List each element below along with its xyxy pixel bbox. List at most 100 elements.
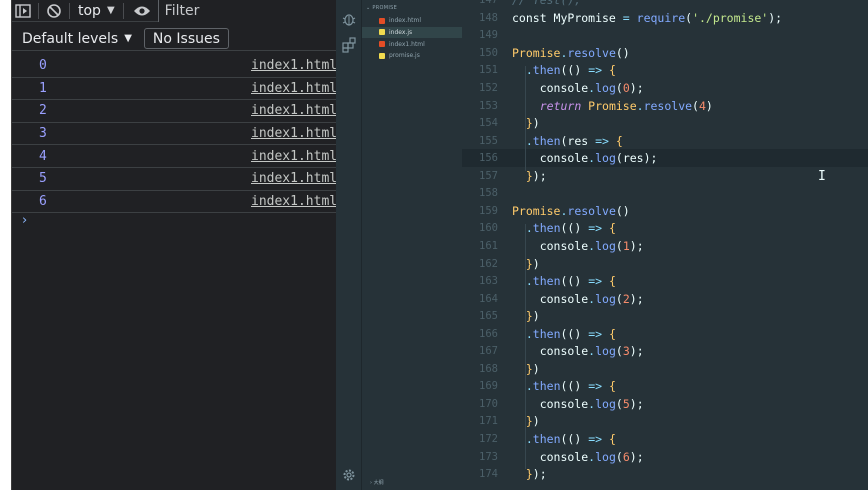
code-token: ((): [560, 274, 589, 289]
line-number: 161: [479, 239, 498, 252]
explorer-file-item[interactable]: promise.js: [362, 50, 462, 61]
log-source-link[interactable]: index1.html: [251, 58, 337, 73]
code-token: require: [636, 10, 686, 25]
code-line: 165 }): [462, 307, 868, 325]
code-line: 167 console.log(3);: [462, 343, 868, 361]
code-text: });: [512, 169, 547, 183]
line-number: 171: [479, 415, 498, 428]
log-source-link[interactable]: index1.html: [251, 149, 337, 164]
issues-button[interactable]: No Issues: [143, 28, 229, 49]
code-token: MyPromise: [553, 10, 623, 25]
code-line: 158: [462, 185, 868, 203]
clear-console-icon[interactable]: [43, 0, 65, 22]
outline-section[interactable]: › 大纲: [370, 479, 384, 486]
file-explorer: ⌄ PROMISE index.html index.js index1.html p…: [362, 0, 462, 490]
log-value: 0: [39, 58, 47, 74]
line-number: 169: [479, 380, 498, 393]
toggle-sidebar-icon[interactable]: [12, 0, 34, 22]
console-log-row: 0 index1.html: [12, 55, 337, 78]
code-token: ((): [560, 379, 589, 394]
explorer-file-item[interactable]: index.html: [362, 15, 462, 26]
code-token: 5: [622, 396, 630, 411]
filter-box: [157, 0, 337, 22]
settings-gear-icon[interactable]: [341, 467, 357, 483]
code-token: (: [615, 291, 623, 306]
log-source-link[interactable]: index1.html: [251, 126, 337, 141]
code-token: );: [629, 81, 644, 95]
code-token: log: [595, 449, 616, 464]
log-source-link[interactable]: index1.html: [251, 103, 337, 118]
code-text: });: [512, 467, 547, 481]
code-line: 164 console.log(2);: [462, 290, 868, 308]
code-token: {: [608, 326, 616, 341]
code-token: ): [532, 309, 540, 324]
code-token: .: [525, 432, 533, 446]
line-number: 155: [479, 134, 498, 147]
console-prompt[interactable]: ›: [22, 213, 27, 228]
code-editor[interactable]: 147 // Test(); 148 const MyPromise = requir…: [462, 0, 868, 490]
code-text: .then(() => {: [512, 432, 616, 446]
code-text: console.log(1);: [512, 239, 644, 253]
console-log-row: 5 index1.html: [12, 168, 337, 191]
log-source-link[interactable]: index1.html: [251, 194, 337, 209]
context-select[interactable]: top ▼: [74, 3, 119, 19]
code-token: log: [595, 81, 616, 95]
code-token: );: [768, 10, 783, 25]
log-source-link[interactable]: index1.html: [251, 81, 337, 96]
toolbar-divider: [38, 2, 39, 19]
code-token: );: [532, 168, 547, 183]
code-token: );: [629, 238, 644, 253]
code-token: (: [615, 396, 623, 411]
code-text: console.log(3);: [512, 344, 644, 358]
log-source-link[interactable]: index1.html: [251, 171, 337, 186]
code-token: log: [595, 238, 616, 253]
code-token: Promise: [588, 98, 637, 113]
extensions-icon[interactable]: [341, 37, 357, 53]
line-number: 172: [479, 433, 498, 445]
code-token: 3: [622, 344, 630, 359]
log-value: 3: [39, 126, 47, 142]
explorer-file-item[interactable]: index1.html: [362, 39, 462, 50]
code-token: (: [615, 238, 623, 253]
code-token: );: [629, 449, 644, 464]
code-text: .then(() => {: [512, 221, 616, 235]
line-number: 150: [479, 46, 498, 59]
code-token: {: [608, 274, 616, 289]
code-token: (res);: [615, 151, 658, 166]
file-name: index.js: [389, 28, 413, 36]
code-line: 147 // Test();: [462, 0, 868, 9]
code-token: (: [615, 449, 623, 464]
code-token: ): [705, 98, 713, 113]
code-token: =: [622, 10, 637, 25]
code-token: console: [512, 81, 589, 95]
file-name: index.html: [389, 17, 421, 24]
live-expression-eye-icon[interactable]: [128, 0, 156, 22]
code-token: );: [629, 291, 644, 306]
file-type-icon: [379, 17, 385, 24]
code-token: }: [525, 309, 533, 324]
line-number: 158: [479, 187, 498, 200]
explorer-file-item[interactable]: index.js: [362, 26, 462, 38]
code-token: log: [595, 151, 616, 166]
code-token: .: [525, 63, 533, 78]
line-number: 151: [479, 64, 498, 77]
code-token: return: [539, 98, 589, 113]
line-number: 156: [479, 152, 498, 165]
log-value: 5: [39, 171, 47, 187]
code-token: ): [532, 414, 540, 429]
code-token: }: [525, 256, 533, 271]
line-number: 162: [479, 257, 498, 270]
explorer-folder-title[interactable]: ⌄ PROMISE: [366, 5, 397, 11]
filter-input[interactable]: [164, 2, 337, 19]
code-text: Promise.resolve(): [512, 204, 630, 218]
debug-bug-icon[interactable]: [341, 11, 357, 27]
code-text: return Promise.resolve(4): [512, 99, 713, 113]
log-levels-dropdown[interactable]: Default levels ▼: [12, 31, 132, 47]
code-token: console: [512, 238, 589, 253]
code-token: =>: [595, 133, 616, 148]
